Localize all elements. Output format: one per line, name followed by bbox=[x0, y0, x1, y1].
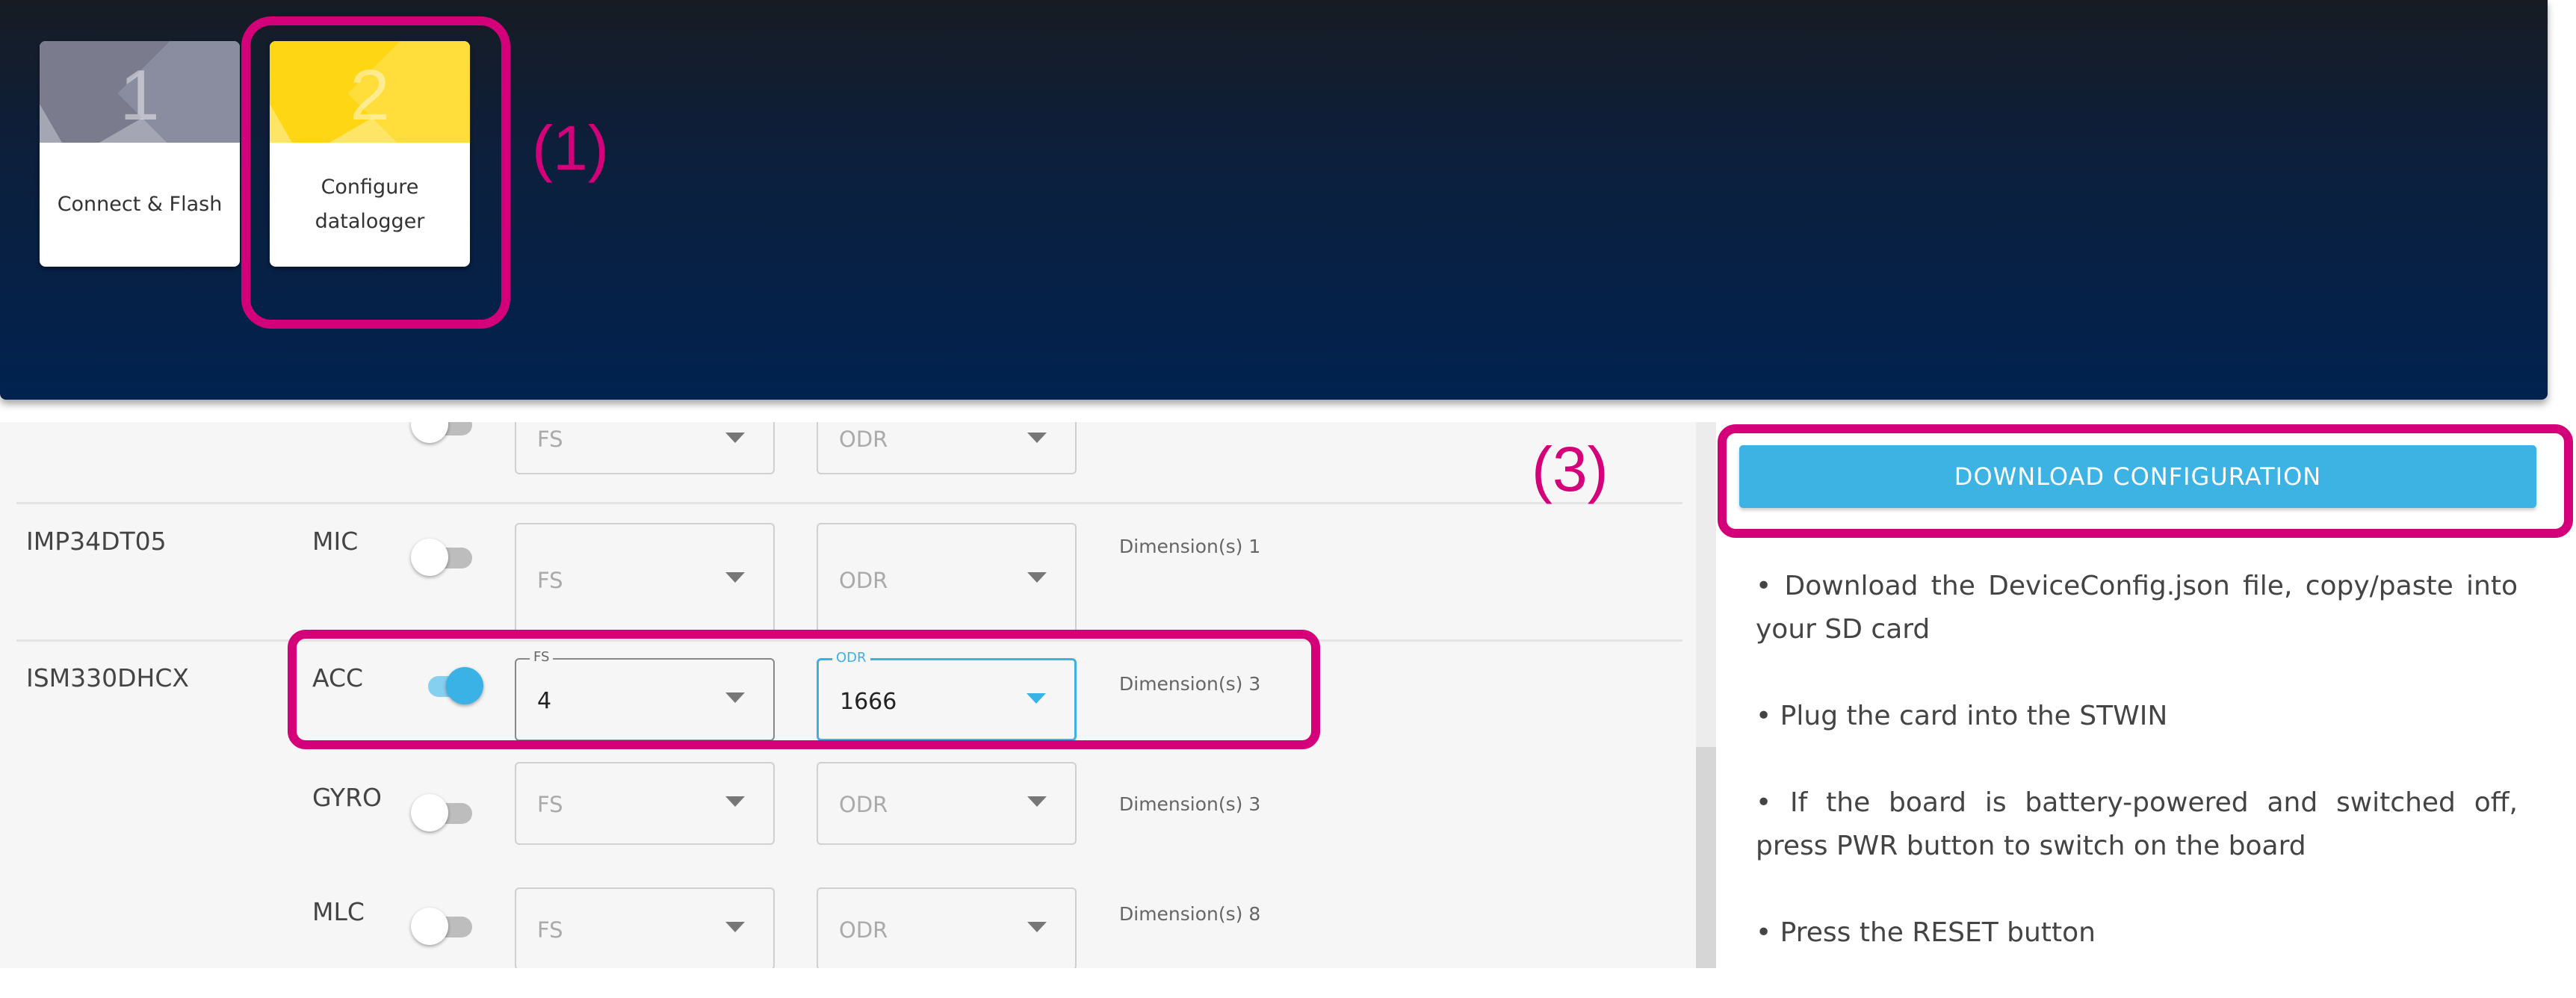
scrollbar[interactable] bbox=[1696, 422, 1716, 968]
highlight-box-2 bbox=[288, 630, 1320, 749]
chevron-down-icon bbox=[1027, 572, 1047, 583]
sensor-name: ISM330DHCX bbox=[26, 663, 190, 692]
instruction-item: • Download the DeviceConfig.json file, c… bbox=[1756, 571, 2518, 645]
mic-odr-select[interactable]: ODR bbox=[817, 523, 1077, 638]
component-name: MIC bbox=[312, 527, 359, 556]
chevron-down-icon bbox=[725, 922, 745, 932]
component-name: GYRO bbox=[312, 783, 382, 812]
instruction-item: • Plug the card into the STWIN bbox=[1756, 701, 2168, 731]
dimensions: Dimension(s) 1 bbox=[1119, 536, 1261, 557]
instruction-item: • If the board is battery-powered and sw… bbox=[1756, 787, 2518, 861]
step-number: 2 bbox=[350, 55, 390, 135]
instruction-item: • Press the RESET button bbox=[1756, 917, 2096, 948]
scrollbar-thumb[interactable] bbox=[1696, 747, 1716, 968]
divider bbox=[16, 502, 1682, 504]
odr-select[interactable]: ODR bbox=[817, 422, 1077, 474]
gyro-odr-select[interactable]: ODR bbox=[817, 762, 1077, 845]
gyro-fs-select[interactable]: FS bbox=[515, 762, 775, 845]
annotation-3: (3) bbox=[1532, 434, 1609, 504]
sensor-name: IMP34DT05 bbox=[26, 527, 167, 556]
mic-toggle[interactable] bbox=[411, 539, 480, 576]
mlc-fs-select[interactable]: FS bbox=[515, 887, 775, 968]
dimensions: Dimension(s) 8 bbox=[1119, 903, 1261, 925]
gyro-toggle[interactable] bbox=[411, 794, 480, 831]
dimensions: Dimension(s) 3 bbox=[1119, 793, 1261, 815]
chevron-down-icon bbox=[1027, 796, 1047, 807]
download-configuration-button[interactable]: DOWNLOAD CONFIGURATION bbox=[1739, 445, 2536, 508]
step-label: Connect & Flash bbox=[57, 193, 223, 216]
annotation-1: (1) bbox=[532, 113, 609, 183]
step-number: 1 bbox=[120, 55, 160, 135]
chevron-down-icon bbox=[1027, 922, 1047, 932]
sensor-toggle[interactable] bbox=[411, 422, 480, 443]
chevron-down-icon bbox=[725, 433, 745, 443]
step-connect-flash[interactable]: 1 Connect & Flash bbox=[40, 41, 240, 267]
mlc-odr-select[interactable]: ODR bbox=[817, 887, 1077, 968]
chevron-down-icon bbox=[725, 572, 745, 583]
fs-select[interactable]: FS bbox=[515, 422, 775, 474]
mlc-toggle[interactable] bbox=[411, 908, 480, 945]
mic-fs-select[interactable]: FS bbox=[515, 523, 775, 638]
chevron-down-icon bbox=[725, 796, 745, 807]
component-name: MLC bbox=[312, 897, 365, 926]
chevron-down-icon bbox=[1027, 433, 1047, 443]
instructions: • Download the DeviceConfig.json file, c… bbox=[1756, 565, 2518, 998]
